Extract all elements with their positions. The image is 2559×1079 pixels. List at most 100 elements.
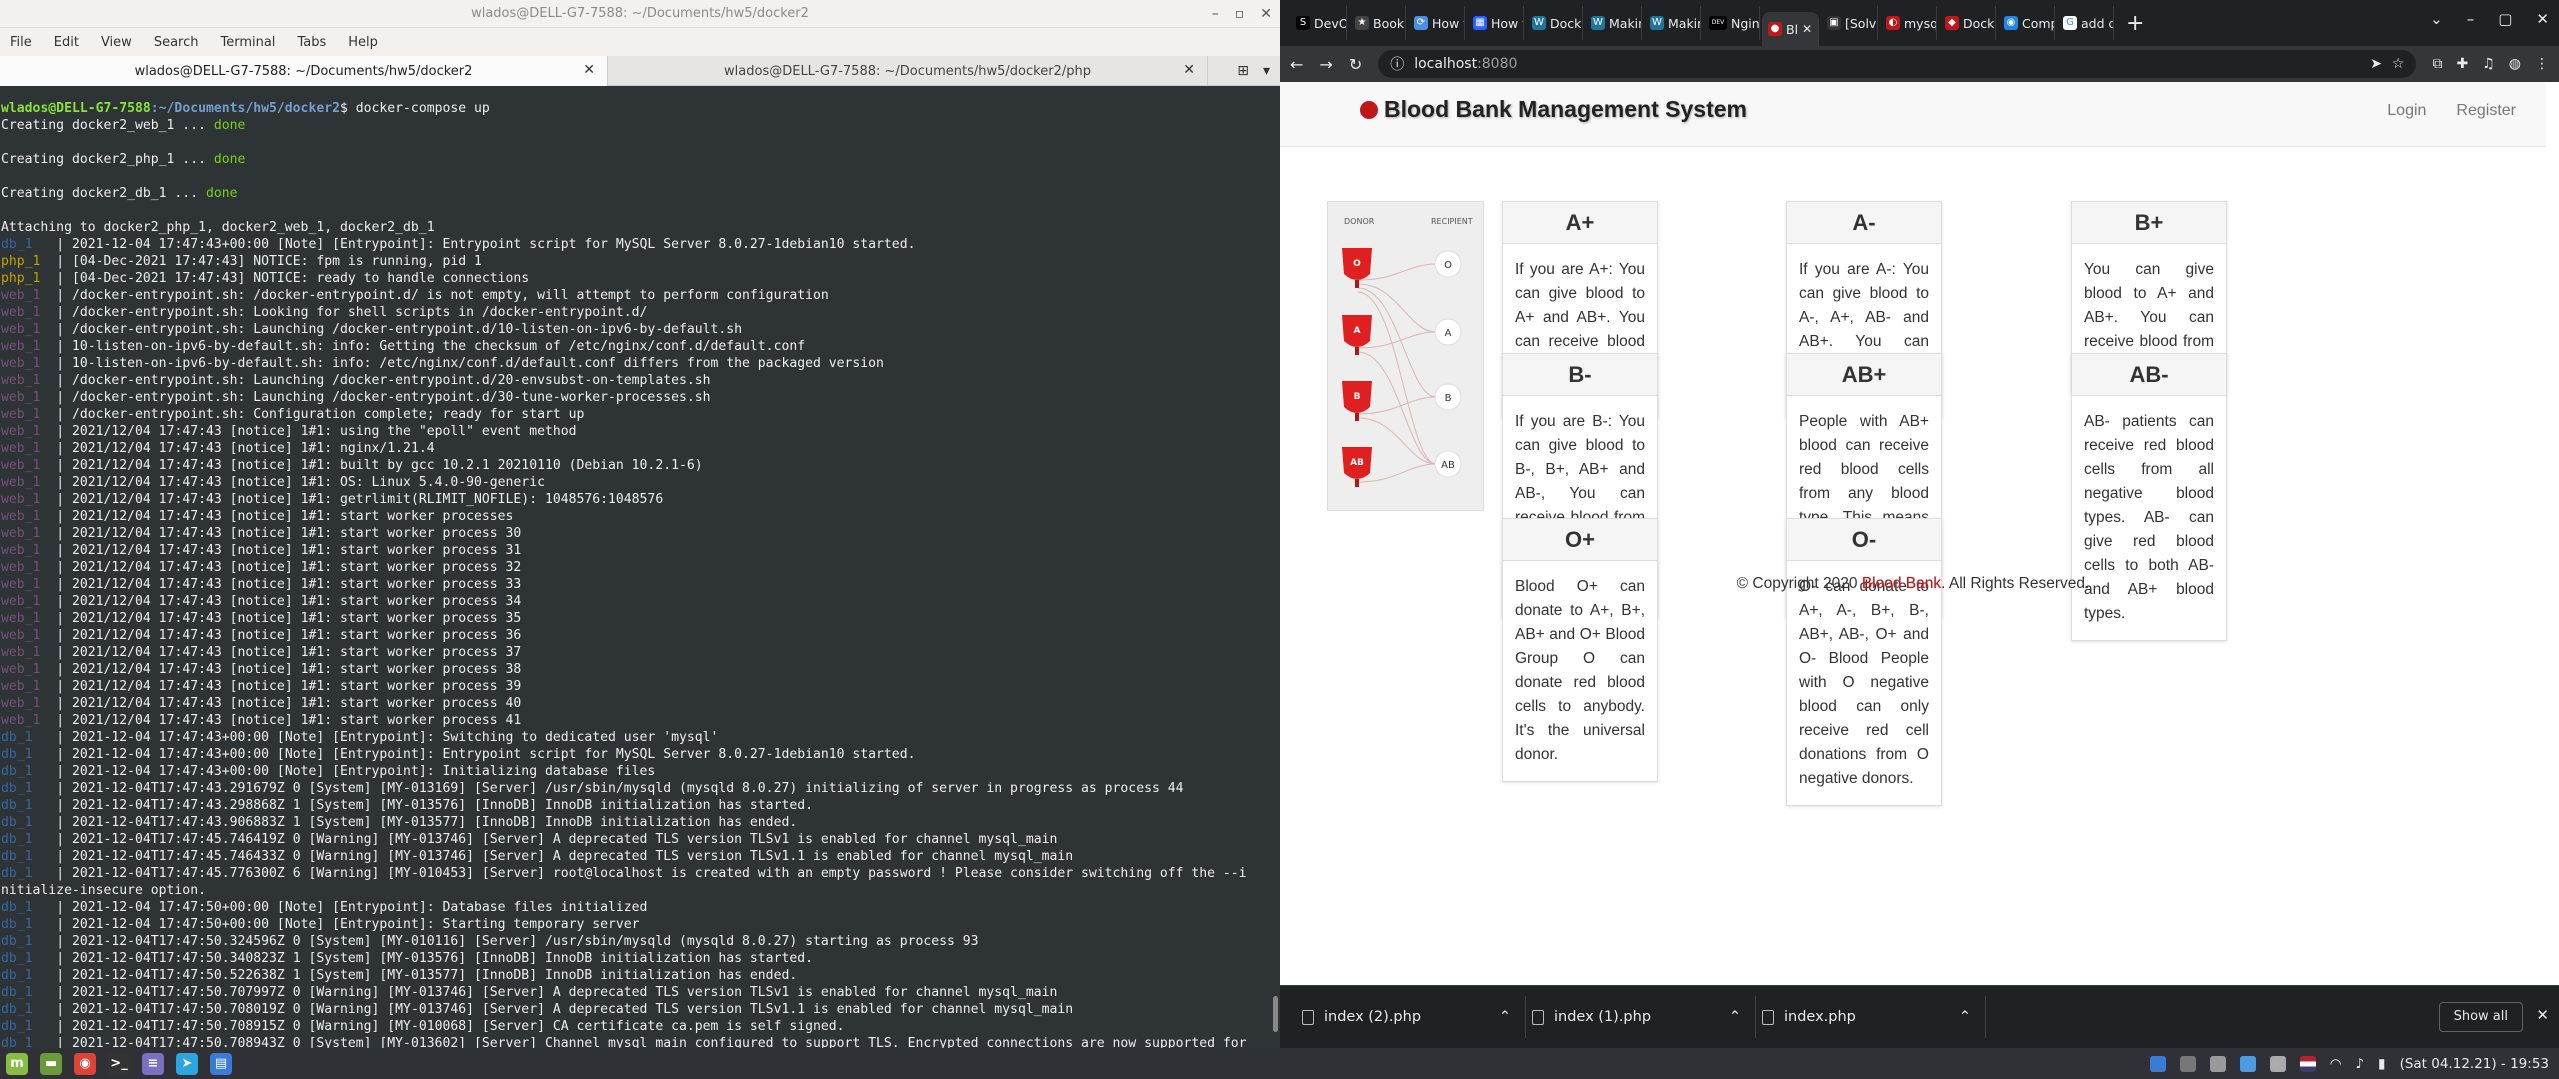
browser-tab[interactable]: ◆ Dock — [1939, 6, 1996, 40]
minimize-icon[interactable]: – — [2467, 10, 2475, 28]
clipboard-icon[interactable] — [2179, 1055, 2196, 1072]
footer-pre: © Copyright 2020 — [1736, 575, 1862, 592]
terminal-scrollbar[interactable] — [1270, 90, 1280, 1048]
back-icon[interactable]: ← — [1290, 55, 1303, 74]
terminal-icon[interactable]: >_ — [108, 1052, 130, 1075]
chrome-icon[interactable]: ◉ — [74, 1052, 96, 1075]
tab-menu-icon[interactable]: ▾ — [1263, 63, 1270, 79]
browser-tab[interactable]: ▦ How t — [1467, 6, 1524, 40]
profile-icon[interactable]: ◍ — [2509, 56, 2521, 72]
extensions-icon[interactable]: ✚ — [2456, 56, 2468, 72]
browser-tab[interactable]: ▣ [Solv — [1821, 6, 1878, 40]
browser-tab[interactable]: Gadd d — [2057, 6, 2114, 40]
scroll-thumb[interactable] — [1273, 996, 1278, 1032]
tab-title: Makin — [1609, 15, 1641, 31]
maximize-icon[interactable]: ▫ — [1235, 0, 1245, 28]
browser-tab[interactable]: S DevOp — [1290, 6, 1347, 40]
register-link[interactable]: Register — [2456, 102, 2516, 120]
download-item[interactable]: index (2).php ⌃ — [1296, 996, 1526, 1038]
menu-item-help[interactable]: Help — [348, 35, 378, 50]
clock[interactable]: (Sat 04.12.21) - 19:53 — [2400, 1056, 2549, 1072]
tab-search-icon[interactable]: ⌄ — [2430, 10, 2443, 28]
close-downloads-icon[interactable]: ✕ — [2536, 1006, 2549, 1024]
minimize-icon[interactable]: – — [1212, 0, 1219, 28]
log-line: 2021/12/04 17:47:43 [notice] 1#1: start … — [71, 696, 522, 711]
download-item[interactable]: index.php ⌃ — [1756, 996, 1986, 1038]
menu-item-view[interactable]: View — [101, 35, 132, 50]
new-tab-button[interactable]: + — [2126, 11, 2144, 36]
chevron-up-icon[interactable]: ⌃ — [1729, 1009, 1741, 1025]
card-text: O- can donate to A+, A-, B+, B-, AB+, AB… — [1799, 578, 1929, 787]
site-brand[interactable]: Blood Bank Management System — [1360, 96, 1747, 123]
terminal-output[interactable]: wlados@DELL-G7-7588:~/Documents/hw5/dock… — [0, 90, 1280, 1048]
mint-menu-icon[interactable]: m — [6, 1052, 28, 1075]
menu-item-file[interactable]: File — [10, 35, 32, 50]
browser-tab[interactable]: ⟳ How t — [1408, 6, 1465, 40]
web-page: Blood Bank Management System Login Regis… — [1280, 82, 2546, 985]
favicon-icon: ▦ — [1473, 16, 1487, 30]
favicon-icon: ▣ — [1827, 16, 1841, 30]
battery-icon[interactable]: ▮ — [2378, 1056, 2385, 1072]
menu-item-tabs[interactable]: Tabs — [297, 35, 326, 50]
keyboard-layout-icon[interactable] — [2299, 1055, 2316, 1072]
send-icon[interactable]: ➤ — [2370, 56, 2382, 72]
blood-bag-tip — [1355, 479, 1359, 487]
new-tab-icon[interactable]: ⊞ — [1237, 63, 1249, 79]
service-prefix: web_1 — [1, 543, 41, 558]
info-icon[interactable]: ⓘ — [1390, 54, 1404, 74]
volume-icon[interactable]: ♪ — [2356, 1056, 2365, 1072]
service-prefix: db_1 — [1, 900, 41, 915]
media-icon[interactable]: ♫ — [2482, 56, 2495, 72]
menu-item-terminal[interactable]: Terminal — [220, 35, 275, 50]
terminal-tab-php[interactable]: wlados@DELL-G7-7588: ~/Documents/hw5/doc… — [608, 56, 1208, 86]
files-icon[interactable]: ▬ — [40, 1052, 62, 1075]
browser-tab[interactable]: ★ Bookm — [1349, 6, 1406, 40]
show-all-button[interactable]: Show all — [2438, 1002, 2523, 1032]
browser-tab[interactable]: ◐ mysql — [1880, 6, 1937, 40]
reload-icon[interactable]: ↻ — [1349, 55, 1362, 74]
tab-title: DevOp — [1314, 15, 1346, 31]
login-link[interactable]: Login — [2387, 102, 2426, 120]
menu-item-edit[interactable]: Edit — [54, 35, 79, 50]
service-prefix: db_1 — [1, 832, 41, 847]
browser-tab[interactable]: W Makin — [1644, 6, 1701, 40]
text-editor-icon[interactable]: ≡ — [142, 1052, 164, 1075]
service-prefix: db_1 — [1, 747, 41, 762]
close-icon[interactable]: ✕ — [1260, 0, 1272, 28]
log-line: 2021/12/04 17:47:43 [notice] 1#1: start … — [71, 679, 522, 694]
bookmark-star-icon[interactable]: ☆ — [2392, 56, 2405, 72]
chevron-up-icon[interactable]: ⌃ — [1959, 1009, 1971, 1025]
chevron-up-icon[interactable]: ⌃ — [1499, 1009, 1511, 1025]
translate-icon[interactable]: ⧉ — [2432, 56, 2442, 72]
download-item[interactable]: index (1).php ⌃ — [1526, 996, 1756, 1038]
close-tab-icon[interactable]: ✕ — [1183, 62, 1195, 78]
close-tab-icon[interactable]: ✕ — [583, 62, 595, 78]
bluetooth-icon[interactable] — [2239, 1055, 2256, 1072]
calculator-icon[interactable]: ▤ — [210, 1052, 232, 1075]
browser-tab[interactable]: W Dock — [1526, 6, 1583, 40]
close-icon[interactable]: ✕ — [2536, 10, 2549, 28]
forward-icon[interactable]: → — [1319, 55, 1332, 74]
log-line: 10-listen-on-ipv6-by-default.sh: info: /… — [71, 356, 884, 371]
maximize-icon[interactable]: ▢ — [2498, 10, 2512, 28]
close-tab-icon[interactable]: ✕ — [1802, 22, 1812, 36]
display-icon[interactable] — [2269, 1055, 2286, 1072]
browser-tab[interactable]: ◉ Comp — [1998, 6, 2055, 40]
browser-tab[interactable]: W Makin — [1585, 6, 1642, 40]
log-line: 2021-12-04T17:47:50.707997Z 0 [Warning] … — [71, 985, 1058, 1000]
telegram-icon[interactable]: ➤ — [176, 1052, 198, 1075]
network-manager-icon[interactable] — [2149, 1055, 2166, 1072]
service-prefix: web_1 — [1, 628, 41, 643]
menu-icon[interactable]: ⋮ — [2535, 56, 2549, 72]
address-bar[interactable]: ⓘ localhost:8080 ➤ ☆ — [1378, 50, 2417, 78]
update-manager-icon[interactable] — [2209, 1055, 2226, 1072]
browser-tab[interactable]: DEV Ngin — [1703, 6, 1760, 40]
browser-tab[interactable]: ● Bl ✕ — [1762, 12, 1819, 46]
log-line: 2021-12-04 17:47:43+00:00 [Note] [Entryp… — [71, 237, 916, 252]
wifi-icon[interactable]: ◠ — [2330, 1056, 2342, 1072]
menu-item-search[interactable]: Search — [154, 35, 199, 50]
footer-brand[interactable]: Blood Bank — [1862, 575, 1941, 592]
card-title: O- — [1787, 519, 1941, 561]
prompt-path: :~/Documents/hw5/docker2 — [150, 101, 340, 116]
terminal-tab-docker2[interactable]: wlados@DELL-G7-7588: ~/Documents/hw5/doc… — [0, 56, 608, 86]
